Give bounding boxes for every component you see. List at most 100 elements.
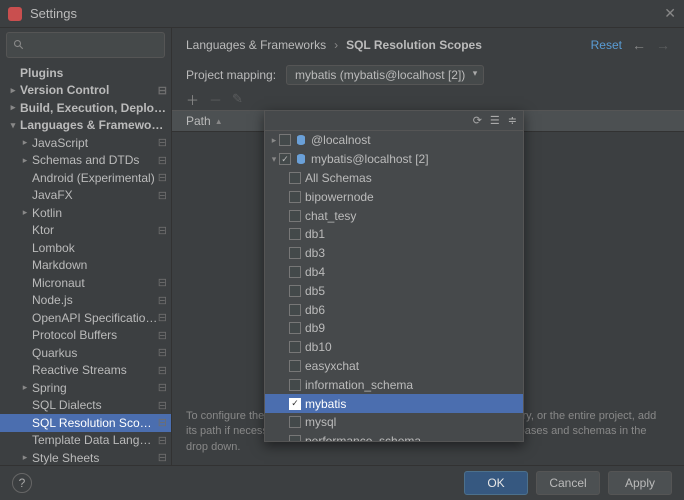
- schema-item[interactable]: bipowernode: [265, 187, 523, 206]
- schema-item[interactable]: db6: [265, 300, 523, 319]
- sidebar-item[interactable]: Reactive Streams⊟: [0, 362, 171, 380]
- sidebar-item[interactable]: OpenAPI Specifications⊟: [0, 309, 171, 327]
- search-input[interactable]: [6, 32, 165, 58]
- checkbox[interactable]: [289, 341, 301, 353]
- scope-icon: ⊟: [158, 399, 167, 412]
- sidebar-item[interactable]: JavaFX⊟: [0, 187, 171, 205]
- breadcrumb-item[interactable]: Languages & Frameworks: [186, 38, 326, 52]
- sidebar-item[interactable]: ▾Languages & Frameworks: [0, 117, 171, 135]
- chevron-icon: [20, 365, 30, 375]
- checkbox[interactable]: [289, 247, 301, 259]
- close-icon[interactable]: ✕: [664, 5, 676, 22]
- chevron-icon: [20, 260, 30, 270]
- breadcrumb: Languages & Frameworks › SQL Resolution …: [172, 28, 684, 62]
- schema-item[interactable]: db1: [265, 225, 523, 244]
- schema-item[interactable]: All Schemas: [265, 169, 523, 188]
- schema-item[interactable]: performance_schema: [265, 432, 523, 441]
- schema-item[interactable]: chat_tesy: [265, 206, 523, 225]
- sidebar-item-label: Languages & Frameworks: [20, 118, 167, 132]
- sidebar-item[interactable]: ▸JavaScript⊟: [0, 134, 171, 152]
- window-title: Settings: [30, 6, 77, 21]
- sidebar-item[interactable]: SQL Resolution Scopes⊟: [0, 414, 171, 432]
- sidebar-item[interactable]: Markdown: [0, 257, 171, 275]
- checkbox[interactable]: [289, 191, 301, 203]
- scope-icon: ⊟: [158, 364, 167, 377]
- sidebar-item[interactable]: ▸Style Sheets⊟: [0, 449, 171, 465]
- checkbox[interactable]: [289, 304, 301, 316]
- sidebar-item-label: OpenAPI Specifications: [32, 311, 158, 325]
- schema-item[interactable]: db4: [265, 263, 523, 282]
- schema-item[interactable]: db10: [265, 338, 523, 357]
- checkbox[interactable]: [289, 266, 301, 278]
- checkbox[interactable]: [289, 285, 301, 297]
- collapse-icon[interactable]: ≑: [508, 114, 517, 127]
- checkbox[interactable]: [289, 398, 301, 410]
- sidebar-item-label: Plugins: [20, 66, 167, 80]
- chevron-icon: [20, 435, 30, 445]
- project-mapping-combo[interactable]: mybatis (mybatis@localhost [2]): [286, 65, 484, 85]
- schema-item[interactable]: db3: [265, 244, 523, 263]
- apply-button[interactable]: Apply: [608, 471, 672, 495]
- sidebar-item[interactable]: ▸Spring⊟: [0, 379, 171, 397]
- chevron-icon: ▸: [20, 208, 30, 218]
- schema-item[interactable]: information_schema: [265, 375, 523, 394]
- sidebar-item-label: Kotlin: [32, 206, 167, 220]
- sidebar-item[interactable]: ▸Build, Execution, Deployment: [0, 99, 171, 117]
- refresh-icon[interactable]: ⟳: [473, 114, 482, 127]
- checkbox[interactable]: [289, 379, 301, 391]
- checkbox[interactable]: [289, 416, 301, 428]
- sidebar-item[interactable]: Lombok: [0, 239, 171, 257]
- sidebar-item[interactable]: Android (Experimental)⊟: [0, 169, 171, 187]
- checkbox[interactable]: [289, 435, 301, 441]
- reset-link[interactable]: Reset: [591, 38, 622, 52]
- ok-button[interactable]: OK: [464, 471, 528, 495]
- schema-item[interactable]: ▾mybatis@localhost [2]: [265, 150, 523, 169]
- expand-icon[interactable]: ☰: [490, 114, 500, 127]
- path-column-header[interactable]: Path: [186, 114, 211, 128]
- checkbox[interactable]: [279, 134, 291, 146]
- table-body[interactable]: ⟳ ☰ ≑ ▸@localnost▾mybatis@localhost [2]A…: [172, 132, 684, 399]
- sidebar-item[interactable]: ▸Version Control⊟: [0, 82, 171, 100]
- back-icon[interactable]: ←: [632, 37, 646, 53]
- sidebar-item[interactable]: Node.js⊟: [0, 292, 171, 310]
- settings-tree[interactable]: Plugins ▸Version Control⊟▸Build, Executio…: [0, 62, 171, 465]
- checkbox[interactable]: [279, 153, 291, 165]
- sidebar-item-label: Style Sheets: [32, 451, 158, 465]
- schema-item[interactable]: mysql: [265, 413, 523, 432]
- sidebar-item[interactable]: Protocol Buffers⊟: [0, 327, 171, 345]
- schema-item[interactable]: db5: [265, 281, 523, 300]
- scope-icon: ⊟: [158, 224, 167, 237]
- sidebar-item[interactable]: Template Data Languages⊟: [0, 432, 171, 450]
- sidebar-item[interactable]: ▸Schemas and DTDs⊟: [0, 152, 171, 170]
- schema-label: db10: [305, 340, 523, 354]
- sidebar-item[interactable]: Plugins: [0, 64, 171, 82]
- sidebar-item[interactable]: SQL Dialects⊟: [0, 397, 171, 415]
- chevron-icon: ▸: [20, 138, 30, 148]
- schema-item[interactable]: mybatis: [265, 394, 523, 413]
- checkbox[interactable]: [289, 228, 301, 240]
- chevron-icon: ▸: [20, 383, 30, 393]
- button-bar: ? OK Cancel Apply: [0, 465, 684, 500]
- cancel-button[interactable]: Cancel: [536, 471, 600, 495]
- checkbox[interactable]: [289, 360, 301, 372]
- sidebar-item[interactable]: Ktor⊟: [0, 222, 171, 240]
- schema-item[interactable]: ▸@localnost: [265, 131, 523, 150]
- help-button[interactable]: ?: [12, 473, 32, 493]
- checkbox[interactable]: [289, 210, 301, 222]
- checkbox[interactable]: [289, 172, 301, 184]
- schema-item[interactable]: easyxchat: [265, 357, 523, 376]
- sidebar-item[interactable]: Micronaut⊟: [0, 274, 171, 292]
- schema-item[interactable]: db9: [265, 319, 523, 338]
- schema-label: information_schema: [305, 378, 523, 392]
- sidebar-item-label: Markdown: [32, 258, 167, 272]
- chevron-icon: [20, 243, 30, 253]
- sidebar-item-label: Spring: [32, 381, 158, 395]
- chevron-icon: [20, 418, 30, 428]
- sidebar-item[interactable]: Quarkus⊟: [0, 344, 171, 362]
- sidebar-item-label: JavaFX: [32, 188, 158, 202]
- sidebar-item[interactable]: ▸Kotlin: [0, 204, 171, 222]
- scope-icon: ⊟: [158, 136, 167, 149]
- checkbox[interactable]: [289, 322, 301, 334]
- add-button[interactable]: ＋: [186, 90, 199, 109]
- popup-tree[interactable]: ▸@localnost▾mybatis@localhost [2]All Sch…: [265, 131, 523, 441]
